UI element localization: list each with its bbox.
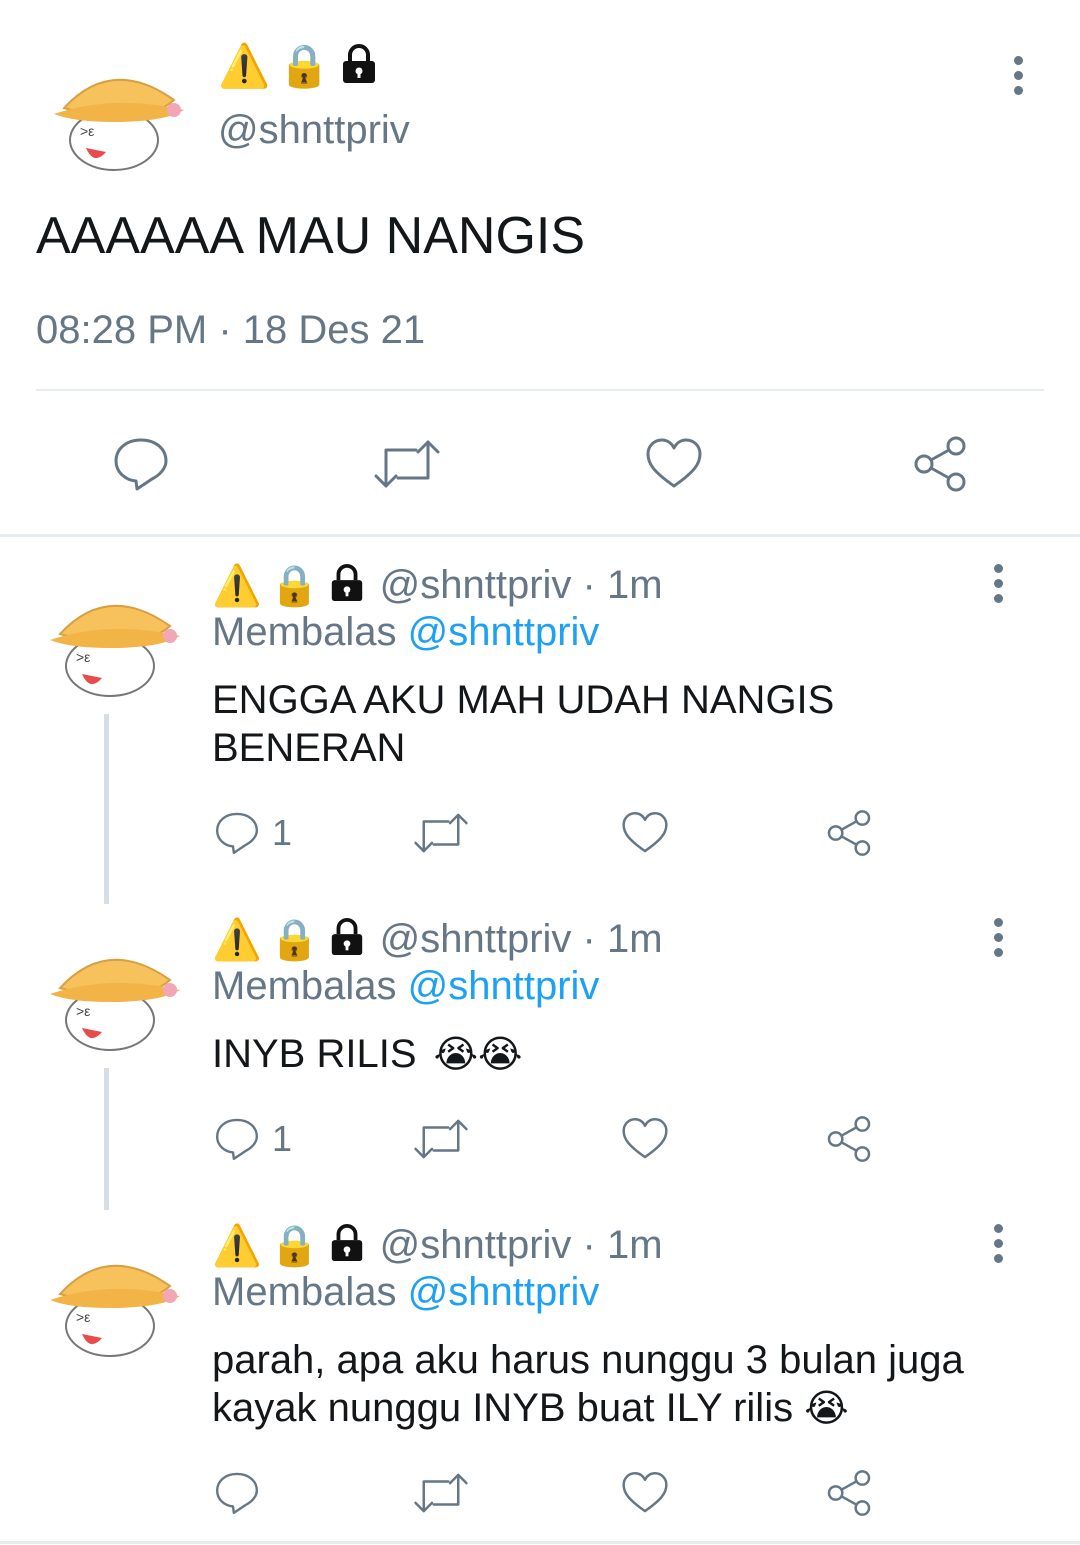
reply-more-icon[interactable] <box>988 918 1008 957</box>
warning-icon: ⚠️ <box>218 41 271 90</box>
reply-handle-time[interactable]: @shnttpriv · 1m <box>380 563 663 608</box>
reply-header: ⚠️ 🔒 @shnttpriv · 1m <box>212 560 663 610</box>
svg-text:>ε: >ε <box>80 123 94 139</box>
warning-icon: ⚠️ <box>212 562 262 609</box>
reply-retweet-icon[interactable] <box>412 1116 470 1167</box>
reply-share-icon[interactable] <box>824 1114 874 1169</box>
reply-text-line: kayak nunggu INYB buat ILY rilis <box>212 1386 794 1430</box>
replying-label: Membalas <box>212 610 397 654</box>
warning-icon: ⚠️ <box>212 1222 262 1269</box>
replying-to: Membalas @shnttpriv <box>212 1270 599 1315</box>
warning-icon: ⚠️ <box>212 916 262 963</box>
svg-text:>ε: >ε <box>76 1309 90 1325</box>
reply-more-icon[interactable] <box>988 564 1008 603</box>
main-divider <box>36 389 1044 391</box>
replying-label: Membalas <box>212 1270 397 1314</box>
reply-retweet-icon[interactable] <box>412 1470 470 1521</box>
main-tweet-text: AAAAAA MAU NANGIS <box>36 207 586 265</box>
svg-text:>ε: >ε <box>76 1003 90 1019</box>
reply-like-icon[interactable] <box>620 810 670 861</box>
replying-to-link[interactable]: @shnttpriv <box>408 1270 600 1314</box>
lock-icon <box>328 563 366 608</box>
lock-icon <box>328 917 366 962</box>
reply-header: ⚠️ 🔒 @shnttpriv · 1m <box>212 914 663 964</box>
reply-handle-time[interactable]: @shnttpriv · 1m <box>380 917 663 962</box>
reply-avatar[interactable]: >ε <box>30 928 186 1058</box>
reply-text-line: parah, apa aku harus nunggu 3 bulan juga <box>212 1338 964 1382</box>
reply-share-icon[interactable] <box>824 808 874 863</box>
reply-text-line: ENGGA AKU MAH UDAH NANGIS <box>212 678 835 722</box>
reply-avatar[interactable]: >ε <box>30 574 186 704</box>
reply-text-line: INYB RILIS <box>212 1032 417 1076</box>
reply-like-icon[interactable] <box>620 1470 670 1521</box>
reply-more-icon[interactable] <box>988 1224 1008 1263</box>
reply-header: ⚠️ 🔒 @shnttpriv · 1m <box>212 1220 663 1270</box>
reply-text: INYB RILIS 😭😭 <box>212 1030 522 1078</box>
thread-line <box>104 714 109 904</box>
main-name-icons: ⚠️ 🔒 <box>218 41 379 90</box>
replying-to-link[interactable]: @shnttpriv <box>408 964 600 1008</box>
reply-retweet-icon[interactable] <box>412 810 470 861</box>
reply-reply-icon[interactable]: 1 <box>214 1116 292 1162</box>
main-more-icon[interactable] <box>1008 56 1028 95</box>
main-handle[interactable]: @shnttpriv <box>218 108 410 153</box>
reply-text: parah, apa aku harus nunggu 3 bulan juga… <box>212 1336 964 1432</box>
reply-avatar[interactable]: >ε <box>30 1234 186 1364</box>
reply-reply-icon[interactable] <box>214 1470 260 1521</box>
lock-icon <box>339 43 379 90</box>
main-timestamp[interactable]: 08:28 PM · 18 Des 21 <box>36 308 425 353</box>
main-retweet-icon[interactable] <box>372 436 442 497</box>
main-reply-icon[interactable] <box>112 436 170 497</box>
main-avatar[interactable]: >ε <box>34 48 190 178</box>
reply-share-icon[interactable] <box>824 1468 874 1523</box>
thread-line <box>104 1068 109 1210</box>
lock-icon: 🔒 <box>269 562 320 609</box>
main-share-icon[interactable] <box>910 434 970 499</box>
lock-icon <box>328 1223 366 1268</box>
replying-to: Membalas @shnttpriv <box>212 610 599 655</box>
svg-text:>ε: >ε <box>76 649 90 665</box>
replying-label: Membalas <box>212 964 397 1008</box>
reply-count: 1 <box>272 1118 293 1159</box>
replying-to-link[interactable]: @shnttpriv <box>408 610 600 654</box>
main-like-icon[interactable] <box>644 436 704 497</box>
reply-handle-time[interactable]: @shnttpriv · 1m <box>380 1223 663 1268</box>
lock-icon: 🔒 <box>278 41 331 90</box>
replying-to: Membalas @shnttpriv <box>212 964 599 1009</box>
reply-like-icon[interactable] <box>620 1116 670 1167</box>
section-divider <box>0 534 1080 537</box>
crying-face-emoji: 😭 <box>804 1386 849 1430</box>
reply-text-line: BENERAN <box>212 726 406 770</box>
lock-icon: 🔒 <box>269 916 320 963</box>
reply-reply-icon[interactable]: 1 <box>214 810 292 856</box>
reply-text: ENGGA AKU MAH UDAH NANGIS BENERAN <box>212 676 834 772</box>
reply-count: 1 <box>272 812 293 853</box>
lock-icon: 🔒 <box>269 1222 320 1269</box>
crying-face-emoji: 😭😭 <box>433 1032 523 1076</box>
bottom-divider <box>0 1541 1080 1544</box>
